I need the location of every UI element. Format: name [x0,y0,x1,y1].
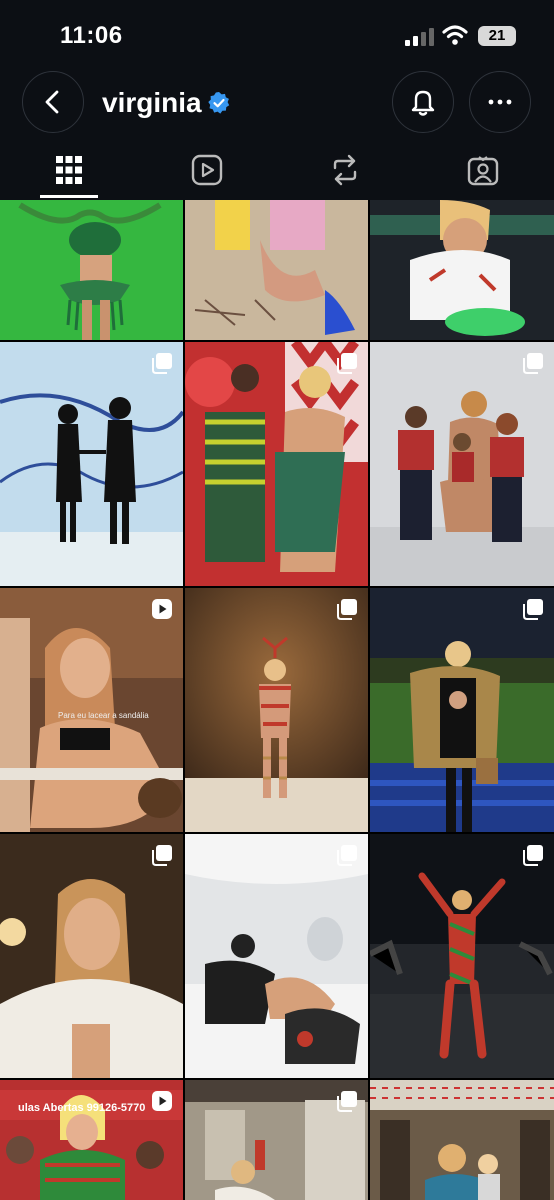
carousel-icon [337,845,357,866]
status-bar: 11:06 21 [0,0,554,70]
wifi-icon [442,25,468,45]
post-tile[interactable] [185,834,368,1078]
reels-icon [191,154,223,186]
tab-tagged[interactable] [414,140,552,200]
post-image [0,342,183,586]
post-image [370,834,554,1078]
post-image [370,342,554,586]
reel-icon [152,1091,172,1111]
tab-posts[interactable] [0,140,138,200]
cellular-signal-icon [405,28,434,46]
carousel-icon [152,845,172,866]
notifications-button[interactable] [392,71,454,133]
post-tile[interactable]: ulas Abertas 99126-5770 [0,1080,183,1200]
post-image [370,200,554,340]
reel-caption: Para eu lacear a sandália [58,711,149,720]
grid-icon [56,156,82,184]
back-button[interactable] [22,71,84,133]
post-tile[interactable] [0,342,183,586]
post-tile[interactable] [370,588,554,832]
post-image [185,588,368,832]
profile-header: virginia [0,70,554,140]
post-image [0,834,183,1078]
profile-username: virginia [102,87,202,118]
post-tile[interactable] [0,200,183,340]
post-image [185,342,368,586]
carousel-icon [523,845,543,866]
status-time: 11:06 [60,22,123,49]
active-tab-indicator [40,195,98,198]
carousel-icon [337,353,357,374]
post-image [370,588,554,832]
post-image [185,834,368,1078]
reel-icon [152,599,172,619]
post-image [185,200,368,340]
post-tile[interactable] [185,200,368,340]
carousel-icon [337,599,357,620]
posts-grid: Para eu lacear a sandália ulas Abertas 9… [0,200,554,1200]
post-tile[interactable] [370,1080,554,1200]
post-tile[interactable] [185,1080,368,1200]
more-options-icon [488,99,512,105]
verified-badge-icon [208,92,230,114]
profile-tabs [0,140,554,200]
battery-level: 21 [488,27,506,44]
post-tile[interactable] [185,588,368,832]
carousel-icon [337,1091,357,1112]
more-options-button[interactable] [469,71,531,133]
tab-reels[interactable] [138,140,276,200]
back-arrow-icon [45,90,59,114]
post-tile[interactable] [370,834,554,1078]
post-tile[interactable] [185,342,368,586]
store-sign-text: ulas Abertas 99126-5770 [18,1102,146,1114]
repost-icon [333,154,357,186]
post-tile[interactable] [370,342,554,586]
carousel-icon [523,353,543,374]
post-tile[interactable]: Para eu lacear a sandália [0,588,183,832]
post-image [0,588,183,832]
post-tile[interactable] [0,834,183,1078]
carousel-icon [152,353,172,374]
post-image [0,200,183,340]
carousel-icon [523,599,543,620]
notification-bell-icon [411,90,435,116]
battery-icon: 21 [478,26,516,46]
post-tile[interactable] [370,200,554,340]
tagged-icon [467,156,499,186]
tab-reposts[interactable] [276,140,414,200]
post-image [370,1080,554,1200]
